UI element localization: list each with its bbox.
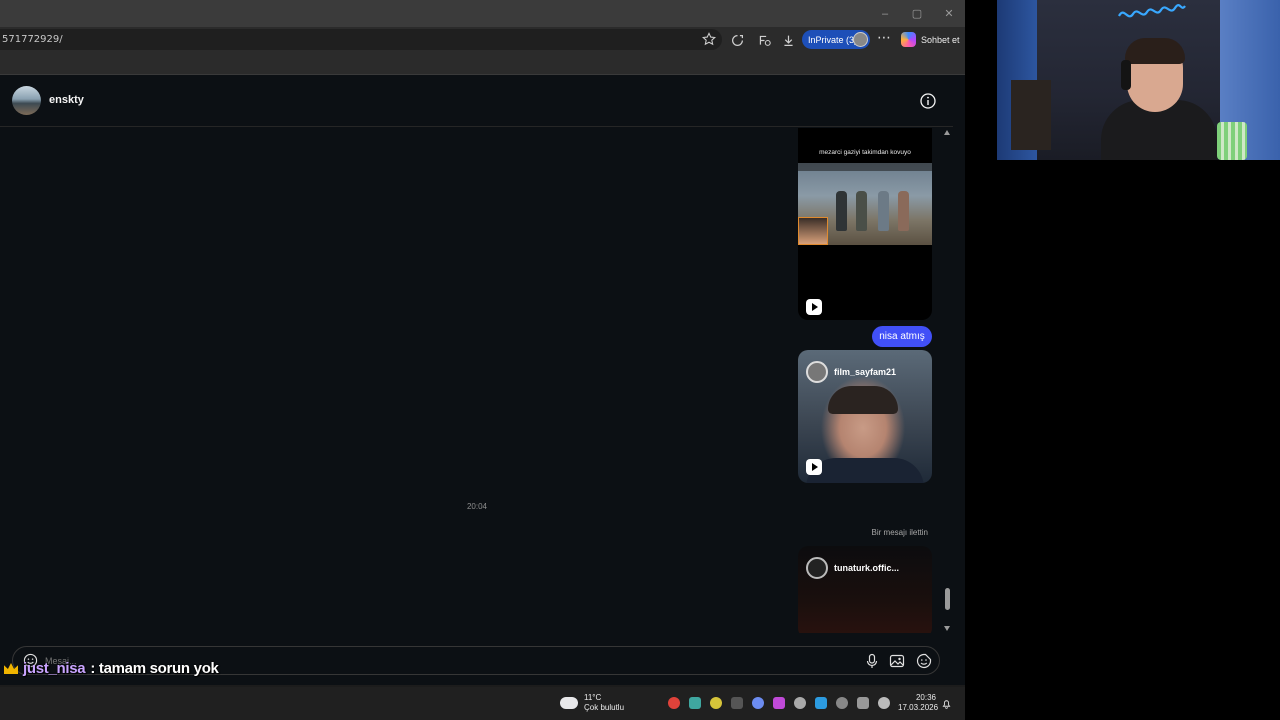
url-text[interactable]: 571772929/ — [0, 34, 63, 45]
reel-author-avatar — [806, 361, 828, 383]
shared-reel[interactable]: mezarci gaziyi takimdan kovuyo — [798, 128, 932, 320]
dm-header: enskty — [0, 75, 953, 127]
inprivate-badge[interactable]: InPrivate (3) — [802, 30, 870, 49]
microphone-icon[interactable] — [864, 653, 880, 669]
cloudy-weather-icon — [560, 692, 578, 709]
dm-page: enskty mezarci gaziyi takimdan kovuyo ni… — [0, 75, 953, 685]
dm-avatar[interactable] — [12, 86, 41, 115]
drink-can — [1217, 122, 1247, 160]
tray-app-icon[interactable] — [668, 697, 680, 709]
extensions-icon[interactable] — [728, 31, 746, 49]
tray-app-icon[interactable] — [731, 697, 743, 709]
neon-sign-icon — [1118, 4, 1186, 18]
dm-username[interactable]: enskty — [49, 94, 84, 106]
browser-titlebar: – ▢ ✕ — [0, 0, 965, 27]
shared-reel[interactable]: film_sayfam21 — [798, 350, 932, 483]
game-character — [836, 191, 847, 231]
browser-toolbar: 571772929/ InPrivate (3) ⋯ Sohbet et — [0, 27, 965, 53]
game-character — [878, 191, 889, 231]
taskbar-clock[interactable]: 20:36 17.03.2026 — [898, 693, 939, 713]
reel-person-hair — [828, 386, 898, 414]
streamer-cam-thumbnail — [798, 217, 828, 245]
reel-author[interactable]: tunaturk.offic... — [806, 557, 899, 579]
weather-description: Çok bulutlu — [584, 703, 625, 712]
game-character — [856, 191, 867, 231]
security-shield-icon[interactable] — [815, 697, 827, 709]
notification-bell-icon[interactable] — [941, 698, 952, 709]
download-icon[interactable] — [779, 31, 797, 49]
tray-app-icon[interactable] — [689, 697, 701, 709]
stream-chat-overlay: just_nisa : tamam sorun yok — [4, 660, 219, 677]
webcam-feed — [997, 0, 1280, 160]
thread-scrollbar[interactable] — [942, 128, 953, 633]
room-shelf — [1011, 80, 1051, 150]
reel-author[interactable]: film_sayfam21 — [806, 361, 896, 383]
chat-message: : tamam sorun yok — [90, 660, 219, 677]
minimize-button[interactable]: – — [869, 0, 901, 27]
clock-time: 20:36 — [915, 693, 936, 702]
reel-author-name: tunaturk.offic... — [834, 563, 899, 573]
message-timestamp: 20:04 — [466, 502, 488, 511]
chat-username: just_nisa — [23, 660, 86, 677]
conversation-info-icon[interactable] — [920, 93, 936, 109]
tray-app-icon[interactable] — [773, 697, 785, 709]
weather-temperature: 11°C — [584, 693, 602, 702]
chevron-icon[interactable] — [794, 697, 806, 709]
sent-message-bubble[interactable]: nisa atmış — [872, 326, 932, 347]
copilot-icon — [901, 32, 916, 47]
display-icon[interactable] — [857, 697, 869, 709]
sticker-icon[interactable] — [916, 653, 932, 669]
reel-thumbnail — [798, 163, 932, 245]
crown-icon — [4, 663, 18, 674]
scrollbar-thumb[interactable] — [945, 588, 950, 610]
more-options-icon[interactable]: ⋯ — [877, 29, 891, 46]
scroll-up-arrow-icon[interactable] — [944, 130, 950, 135]
game-character — [898, 191, 909, 231]
reel-person-shoulders — [806, 458, 924, 483]
weather-widget[interactable]: 11°C Çok bulutlu — [560, 692, 625, 713]
system-tray — [668, 697, 890, 709]
bookmarks-bar — [0, 53, 965, 75]
headset — [1121, 60, 1131, 90]
volume-icon[interactable] — [878, 697, 890, 709]
clock-date: 17.03.2026 — [898, 703, 939, 712]
microphone-tray-icon[interactable] — [836, 697, 848, 709]
inprivate-label: InPrivate (3) — [808, 34, 858, 45]
shared-reel[interactable]: tunaturk.offic... — [798, 546, 932, 633]
address-bar[interactable]: 571772929/ — [0, 29, 722, 50]
page-side-strip — [953, 75, 965, 685]
maximize-button[interactable]: ▢ — [901, 0, 933, 27]
reel-author-avatar — [806, 557, 828, 579]
image-upload-icon[interactable] — [889, 653, 905, 669]
close-window-button[interactable]: ✕ — [933, 0, 965, 27]
window-controls: – ▢ ✕ — [869, 0, 965, 27]
favorites-icon[interactable] — [755, 31, 773, 49]
game-hud — [798, 163, 932, 171]
favorite-star-icon[interactable] — [702, 32, 716, 46]
taskbar: 11°C Çok bulutlu 20:36 17.03.2026 — [0, 687, 965, 720]
reel-play-icon — [806, 459, 822, 475]
reel-play-icon — [806, 299, 822, 315]
profile-avatar[interactable] — [853, 32, 868, 47]
copilot-label: Sohbet et — [921, 34, 960, 45]
message-thread[interactable]: mezarci gaziyi takimdan kovuyo nisa atmı… — [0, 128, 942, 633]
streamer-hair — [1125, 38, 1185, 64]
tray-app-icon[interactable] — [710, 697, 722, 709]
forwarded-label: Bir mesajı ilettin — [871, 528, 928, 537]
tray-app-icon[interactable] — [752, 697, 764, 709]
scroll-down-arrow-icon[interactable] — [944, 626, 950, 631]
copilot-button[interactable]: Sohbet et — [901, 32, 960, 47]
stream-webcam-area — [965, 0, 1280, 720]
reel-caption: mezarci gaziyi takimdan kovuyo — [819, 149, 911, 156]
reel-author-name: film_sayfam21 — [834, 367, 897, 377]
